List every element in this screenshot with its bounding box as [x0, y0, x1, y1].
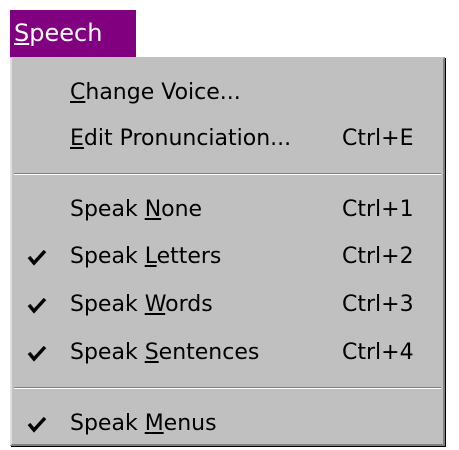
menu-item-label: Speak Sentences — [70, 340, 259, 365]
check-icon — [27, 345, 47, 362]
label-suffix: enus — [163, 411, 217, 436]
label-prefix: Speak — [70, 244, 145, 269]
label-mnemonic: W — [144, 292, 166, 317]
label-prefix: Speak — [70, 197, 145, 222]
label-mnemonic: N — [144, 197, 162, 222]
label-prefix: Speak — [70, 411, 145, 436]
check-icon — [27, 249, 47, 266]
menu-item-speak-sentences[interactable]: Speak Sentences Ctrl+4 — [12, 335, 443, 373]
label-mnemonic: L — [144, 244, 157, 269]
label-suffix: one — [161, 197, 203, 222]
menu-separator — [14, 173, 441, 175]
speech-menu-title-rest: peech — [29, 19, 103, 47]
menu-item-edit-pronunciation[interactable]: Edit Pronunciation... Ctrl+E — [12, 121, 443, 159]
check-icon — [27, 297, 47, 314]
menu-separator — [14, 387, 441, 389]
menu-item-label: Speak None — [70, 197, 202, 222]
menu-item-speak-words[interactable]: Speak Words Ctrl+3 — [12, 287, 443, 325]
menu-item-label: Speak Words — [70, 292, 213, 317]
speech-dropdown-menu: Change Voice... Edit Pronunciation... Ct… — [10, 57, 445, 446]
label-suffix: entences — [158, 340, 260, 365]
label-suffix: ords — [165, 292, 213, 317]
menu-item-change-voice[interactable]: Change Voice... — [12, 75, 443, 113]
label-mnemonic: E — [70, 126, 84, 151]
shortcut-text: Ctrl+2 — [342, 244, 414, 269]
menu-item-label: Change Voice... — [70, 80, 241, 105]
speech-menu-mnemonic: S — [14, 19, 30, 47]
label-suffix: etters — [156, 244, 222, 269]
label-prefix: Speak — [70, 292, 145, 317]
check-icon — [27, 416, 47, 433]
shortcut-text: Ctrl+3 — [342, 292, 414, 317]
shortcut-text: Ctrl+E — [342, 126, 414, 151]
menu-item-label: Speak Letters — [70, 244, 221, 269]
shortcut-text: Ctrl+4 — [342, 340, 414, 365]
menu-item-speak-menus[interactable]: Speak Menus — [12, 406, 443, 444]
menu-item-label: Speak Menus — [70, 411, 217, 436]
label-mnemonic: M — [144, 411, 164, 436]
label-mnemonic: C — [70, 80, 86, 105]
shortcut-text: Ctrl+1 — [342, 197, 414, 222]
label-prefix: Speak — [70, 340, 145, 365]
label-mnemonic: S — [144, 340, 159, 365]
menu-item-label: Edit Pronunciation... — [70, 126, 291, 151]
speech-menu-title[interactable]: Speech — [10, 10, 136, 57]
label-suffix: hange Voice... — [85, 80, 241, 105]
label-suffix: dit Pronunciation... — [83, 126, 292, 151]
menu-item-speak-letters[interactable]: Speak Letters Ctrl+2 — [12, 239, 443, 277]
menu-item-speak-none[interactable]: Speak None Ctrl+1 — [12, 192, 443, 230]
